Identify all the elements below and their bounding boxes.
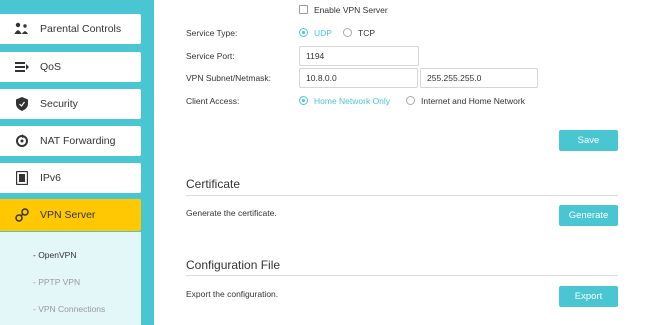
udp-radio[interactable] [299,28,308,37]
vpn-subnet-input[interactable]: 10.8.0.0 [299,68,418,88]
udp-label: UDP [314,28,332,38]
vpn-netmask-input[interactable]: 255.255.255.0 [420,68,538,88]
config-file-divider [186,275,618,276]
generate-button[interactable]: Generate [559,205,618,226]
home-network-only-label: Home Network Only [314,96,391,106]
main-content: Enable VPN Server Service Type: UDP TCP … [154,0,650,325]
certificate-description: Generate the certificate. [186,208,277,218]
submenu-item-vpn-connections[interactable]: - VPN Connections [33,304,105,314]
client-access-label: Client Access: [186,96,240,106]
sidebar-item-security[interactable]: Security [0,89,141,119]
sidebar-item-label: Security [40,98,78,110]
service-port-label: Service Port: [186,51,235,61]
shield-icon [14,96,30,112]
export-button[interactable]: Export [559,286,618,307]
nat-icon [14,133,30,149]
config-file-description: Export the configuration. [186,289,279,299]
sidebar-item-qos[interactable]: QoS [0,52,141,82]
sidebar-item-ipv6[interactable]: IPv6 [0,163,141,193]
family-icon [14,21,30,37]
sidebar-item-label: VPN Server [40,209,96,221]
tcp-radio[interactable] [343,28,352,37]
sidebar-item-parental-controls[interactable]: Parental Controls [0,14,141,44]
sidebar-item-label: NAT Forwarding [40,135,116,147]
subnet-netmask-label: VPN Subnet/Netmask: [186,73,272,83]
qos-icon [14,59,30,75]
sidebar-item-label: QoS [40,61,62,73]
save-button[interactable]: Save [559,130,618,151]
sidebar: Parental Controls QoS Security NAT Forwa… [0,0,154,325]
config-file-title: Configuration File [186,258,281,272]
service-type-label: Service Type: [186,28,238,38]
submenu-item-openvpn[interactable]: - OpenVPN [33,250,76,260]
certificate-title: Certificate [186,177,241,191]
tcp-label: TCP [358,28,375,38]
certificate-divider [186,195,618,196]
internet-home-network-radio[interactable] [406,96,415,105]
sidebar-item-vpn-server[interactable]: VPN Server [0,199,141,231]
vpn-submenu: - OpenVPN - PPTP VPN - VPN Connections [0,232,141,325]
vpn-key-icon [14,207,30,223]
sidebar-item-label: Parental Controls [40,23,122,35]
enable-vpn-checkbox[interactable] [299,5,308,14]
enable-vpn-label: Enable VPN Server [314,5,388,15]
sidebar-item-nat-forwarding[interactable]: NAT Forwarding [0,126,141,156]
service-port-input[interactable]: 1194 [299,46,419,66]
home-network-only-radio[interactable] [299,96,308,105]
ipv6-icon [14,170,30,186]
sidebar-item-label: IPv6 [40,172,62,184]
internet-home-network-label: Internet and Home Network [421,96,525,106]
submenu-item-pptp-vpn[interactable]: - PPTP VPN [33,277,80,287]
